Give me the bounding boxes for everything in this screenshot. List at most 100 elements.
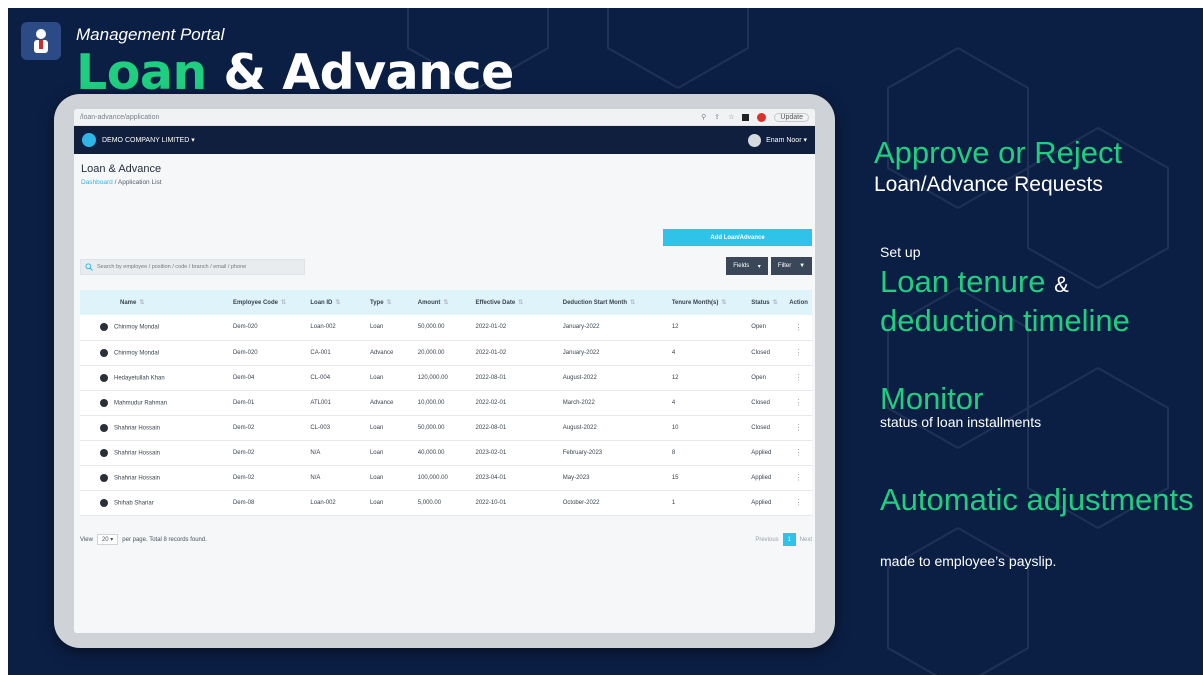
share-icon[interactable]: ⇪ xyxy=(714,113,720,121)
table-cell: Loan xyxy=(365,490,414,516)
table-cell: Loan xyxy=(365,440,414,466)
slide: Management Portal Loan & Advance /loan-a… xyxy=(8,8,1203,675)
avatar xyxy=(100,423,108,432)
table-cell: 5,000.00 xyxy=(413,490,472,516)
search-input[interactable] xyxy=(97,264,297,270)
row-actions-icon[interactable]: ⋮ xyxy=(785,365,812,391)
row-actions-icon[interactable]: ⋮ xyxy=(785,440,812,466)
table-cell: October-2022 xyxy=(558,490,668,516)
employee-name: Shahriar Hossain xyxy=(114,475,161,482)
filter-button[interactable]: Filter ▼ xyxy=(771,257,812,275)
chevron-down-icon: ▾ xyxy=(757,263,761,270)
browser-url[interactable]: /loan-advance/application xyxy=(80,114,701,121)
employee-name-cell: Shahriar Hossain xyxy=(80,440,229,466)
table-cell: Loan xyxy=(365,465,414,491)
col-employee-code[interactable]: Employee Code ⇅ xyxy=(228,290,307,315)
page-header: Loan & Advance Dashboard / Application L… xyxy=(74,154,815,186)
zoom-icon[interactable]: ⚲ xyxy=(701,113,706,121)
table-row[interactable]: Mahmudur Rahman Dem-01 ATL001 Advance 10,000… xyxy=(80,390,812,416)
table-cell: January-2022 xyxy=(558,340,668,366)
col-deduction-start[interactable]: Deduction Start Month ⇅ xyxy=(558,290,668,315)
avatar xyxy=(100,323,108,332)
table-cell: 2022-08-01 xyxy=(471,365,559,391)
row-actions-icon[interactable]: ⋮ xyxy=(785,340,812,366)
extension-icon[interactable] xyxy=(742,113,750,121)
page-1-button[interactable]: 1 xyxy=(782,533,796,546)
table-cell: Open xyxy=(747,315,786,341)
table-cell: 50,000.00 xyxy=(413,415,472,441)
headline-white: & Advance xyxy=(223,44,514,101)
update-button[interactable]: Update xyxy=(774,112,809,122)
employee-name: Shahriar Hossain xyxy=(114,425,161,432)
table-cell: Dem-08 xyxy=(228,490,307,516)
feature-auto-sub: made to employee’s payslip. xyxy=(880,553,1057,569)
table-cell: Closed xyxy=(747,340,786,366)
feature-auto-heading: Automatic adjustments xyxy=(880,482,1194,517)
feature-tenure-heading: Loan tenure & deduction timeline xyxy=(880,264,1130,338)
user-avatar[interactable] xyxy=(748,133,762,147)
employee-name-cell: Mahmudur Rahman xyxy=(80,390,229,416)
table-cell: 2023-02-01 xyxy=(471,440,559,466)
table-row[interactable]: Shahriar Hossain Dem-02 N/A Loan 100,000.00 2… xyxy=(80,465,812,491)
col-tenure[interactable]: Tenure Month(s) ⇅ xyxy=(667,290,748,315)
col-status[interactable]: Status ⇅ xyxy=(747,290,786,315)
table-row[interactable]: Shahriar Hossain Dem-02 CL-003 Loan 50,000.0… xyxy=(80,415,812,441)
table-row[interactable]: Chinmoy Mondal Dem-020 Loan-002 Loan 50,000.… xyxy=(80,315,812,341)
search-bar[interactable] xyxy=(80,259,305,275)
avatar xyxy=(100,473,108,482)
table-row[interactable]: Shihab Shariar Dem-08 Loan-002 Loan 5,000.00… xyxy=(80,490,812,516)
col-type[interactable]: Type ⇅ xyxy=(365,290,414,315)
table-cell: 120,000.00 xyxy=(413,365,472,391)
col-action: Action xyxy=(785,290,812,315)
table-cell: Dem-04 xyxy=(228,365,307,391)
employee-name: Shihab Shariar xyxy=(114,500,154,507)
table-cell: Dem-020 xyxy=(228,340,307,366)
avatar xyxy=(100,448,108,457)
company-selector[interactable]: DEMO COMPANY LIMITED ▾ xyxy=(102,136,748,144)
table-cell: 4 xyxy=(667,390,748,416)
table-row[interactable]: Chinmoy Mondal Dem-020 CA-001 Advance 20,000… xyxy=(80,340,812,366)
table-cell: 40,000.00 xyxy=(413,440,472,466)
user-menu[interactable]: Enam Noor ▾ xyxy=(766,136,807,144)
table-cell: 15 xyxy=(667,465,748,491)
table-cell: CA-001 xyxy=(306,340,366,366)
fields-button[interactable]: Fields ▾ xyxy=(726,257,768,275)
avatar xyxy=(100,398,108,407)
search-icon[interactable] xyxy=(81,260,97,274)
table-cell: 4 xyxy=(667,340,748,366)
col-amount[interactable]: Amount ⇅ xyxy=(413,290,472,315)
table-row[interactable]: Hedayetullah Khan Dem-04 CL-004 Loan 120,000… xyxy=(80,365,812,391)
page-headline: Loan & Advance xyxy=(76,44,514,101)
star-icon[interactable]: ☆ xyxy=(728,113,734,121)
table-cell: Loan xyxy=(365,365,414,391)
tablet-screen: /loan-advance/application ⚲ ⇪ ☆ Update D… xyxy=(74,109,815,633)
previous-page-button[interactable]: Previous xyxy=(755,537,778,543)
col-loan-id[interactable]: Loan ID ⇅ xyxy=(306,290,366,315)
loan-table: Name ⇅ Employee Code ⇅ Loan ID ⇅ Type ⇅ Amou… xyxy=(80,290,812,516)
table-cell: 1 xyxy=(667,490,748,516)
page-size-select[interactable]: 20 ▾ xyxy=(96,534,119,545)
breadcrumb-dashboard[interactable]: Dashboard xyxy=(81,179,113,186)
row-actions-icon[interactable]: ⋮ xyxy=(785,390,812,416)
row-actions-icon[interactable]: ⋮ xyxy=(785,490,812,516)
table-row[interactable]: Shahriar Hossain Dem-02 N/A Loan 40,000.00 20… xyxy=(80,440,812,466)
table-cell: 2023-04-01 xyxy=(471,465,559,491)
table-cell: 2022-10-01 xyxy=(471,490,559,516)
next-page-button[interactable]: Next xyxy=(800,537,812,543)
employee-name: Hedayetullah Khan xyxy=(114,375,165,382)
employee-name-cell: Chinmoy Mondal xyxy=(80,340,229,366)
col-name[interactable]: Name ⇅ xyxy=(80,290,229,315)
profile-icon[interactable] xyxy=(757,112,767,122)
add-loan-button[interactable]: Add Loan/Advance xyxy=(663,229,812,246)
table-cell: Loan-002 xyxy=(306,315,366,341)
table-cell: Open xyxy=(747,365,786,391)
employee-name: Chinmoy Mondal xyxy=(114,350,160,357)
filter-label: Filter xyxy=(777,263,792,269)
row-actions-icon[interactable]: ⋮ xyxy=(785,465,812,491)
row-actions-icon[interactable]: ⋮ xyxy=(785,315,812,341)
col-effective-date[interactable]: Effective Date ⇅ xyxy=(471,290,559,315)
table-header-row: Name ⇅ Employee Code ⇅ Loan ID ⇅ Type ⇅ Amou… xyxy=(80,290,812,315)
row-actions-icon[interactable]: ⋮ xyxy=(785,415,812,441)
records-summary: per page. Total 8 records found. xyxy=(122,536,207,543)
browser-bar[interactable]: /loan-advance/application ⚲ ⇪ ☆ Update xyxy=(74,109,815,126)
